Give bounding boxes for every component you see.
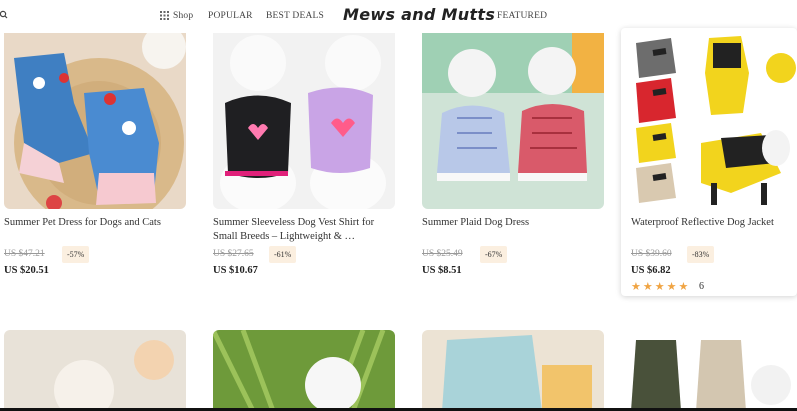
original-price: US $25.49	[422, 249, 463, 259]
sale-price: US $8.51	[422, 265, 462, 276]
product-image[interactable]	[631, 33, 797, 209]
product-image[interactable]	[4, 330, 186, 411]
nav-shop[interactable]: Shop	[173, 11, 193, 21]
product-title[interactable]: Waterproof Reflective Dog Jacket	[631, 216, 797, 230]
product-image[interactable]	[213, 330, 395, 411]
product-image[interactable]	[4, 33, 186, 209]
nav-featured[interactable]: FEATURED	[497, 11, 547, 21]
nav-popular[interactable]: POPULAR	[208, 11, 253, 21]
discount-badge: -61%	[269, 246, 297, 263]
product-image[interactable]	[621, 330, 797, 411]
product-image[interactable]	[422, 33, 604, 209]
original-price: US $39.60	[631, 249, 672, 259]
nav-best-deals[interactable]: BEST DEALS	[266, 11, 324, 21]
brand-logo[interactable]: Mews and Mutts	[343, 5, 495, 24]
product-title[interactable]: Summer Pet Dress for Dogs and Cats	[4, 216, 184, 230]
search-icon[interactable]	[0, 9, 10, 21]
discount-badge: -83%	[687, 246, 715, 263]
rating-stars-icon: ★★★★★	[631, 281, 691, 293]
product-image[interactable]	[422, 330, 604, 411]
discount-badge: -67%	[480, 246, 508, 263]
product-title[interactable]: Summer Sleeveless Dog Vest Shirt for Sma…	[213, 216, 393, 244]
sale-price: US $10.67	[213, 265, 258, 276]
product-title[interactable]: Summer Plaid Dog Dress	[422, 216, 602, 230]
grid-icon[interactable]	[160, 11, 169, 20]
product-image[interactable]	[213, 33, 395, 209]
product-card-highlighted[interactable]: Waterproof Reflective Dog Jacket US $39.…	[621, 28, 797, 296]
sale-price: US $6.82	[631, 265, 671, 276]
discount-badge: -57%	[62, 246, 90, 263]
review-count: 6	[699, 281, 704, 292]
sale-price: US $20.51	[4, 265, 49, 276]
original-price: US $47.21	[4, 249, 45, 259]
original-price: US $27.65	[213, 249, 254, 259]
